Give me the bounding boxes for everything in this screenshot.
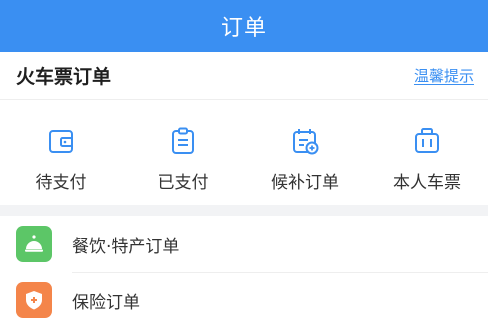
order-list: 餐饮·特产订单 保险订单 — [0, 216, 488, 323]
quick-action-label: 待支付 — [35, 173, 87, 193]
insurance-orders-item[interactable]: 保险订单 — [0, 272, 488, 323]
tips-link[interactable]: 温馨提示 — [414, 65, 474, 86]
wallet-icon — [49, 130, 73, 153]
shield-icon — [16, 282, 52, 318]
section-title: 火车票订单 — [16, 66, 112, 88]
section-divider — [0, 205, 488, 216]
paid-button[interactable]: 已支付 — [122, 101, 244, 205]
my-tickets-button[interactable]: 本人车票 — [366, 101, 488, 205]
suitcase-icon — [415, 128, 439, 153]
clipboard-icon — [172, 127, 194, 154]
food-bell-icon — [16, 226, 52, 262]
quick-actions: 待支付 已支付 候补订单 本人车票 — [0, 101, 488, 205]
pending-payment-button[interactable]: 待支付 — [0, 101, 122, 205]
quick-action-label: 候补订单 — [271, 173, 339, 193]
list-item-label: 保险订单 — [72, 292, 140, 313]
list-item-label: 餐饮·特产订单 — [72, 236, 180, 257]
train-order-header: 火车票订单 温馨提示 — [0, 52, 488, 100]
calendar-add-icon — [293, 129, 319, 155]
quick-action-label: 已支付 — [157, 173, 209, 193]
waitlist-orders-button[interactable]: 候补订单 — [244, 101, 366, 205]
top-bar: 订单 — [0, 0, 488, 52]
quick-action-label: 本人车票 — [393, 173, 461, 193]
food-specialty-orders-item[interactable]: 餐饮·特产订单 — [0, 216, 488, 272]
page-title: 订单 — [220, 16, 267, 41]
